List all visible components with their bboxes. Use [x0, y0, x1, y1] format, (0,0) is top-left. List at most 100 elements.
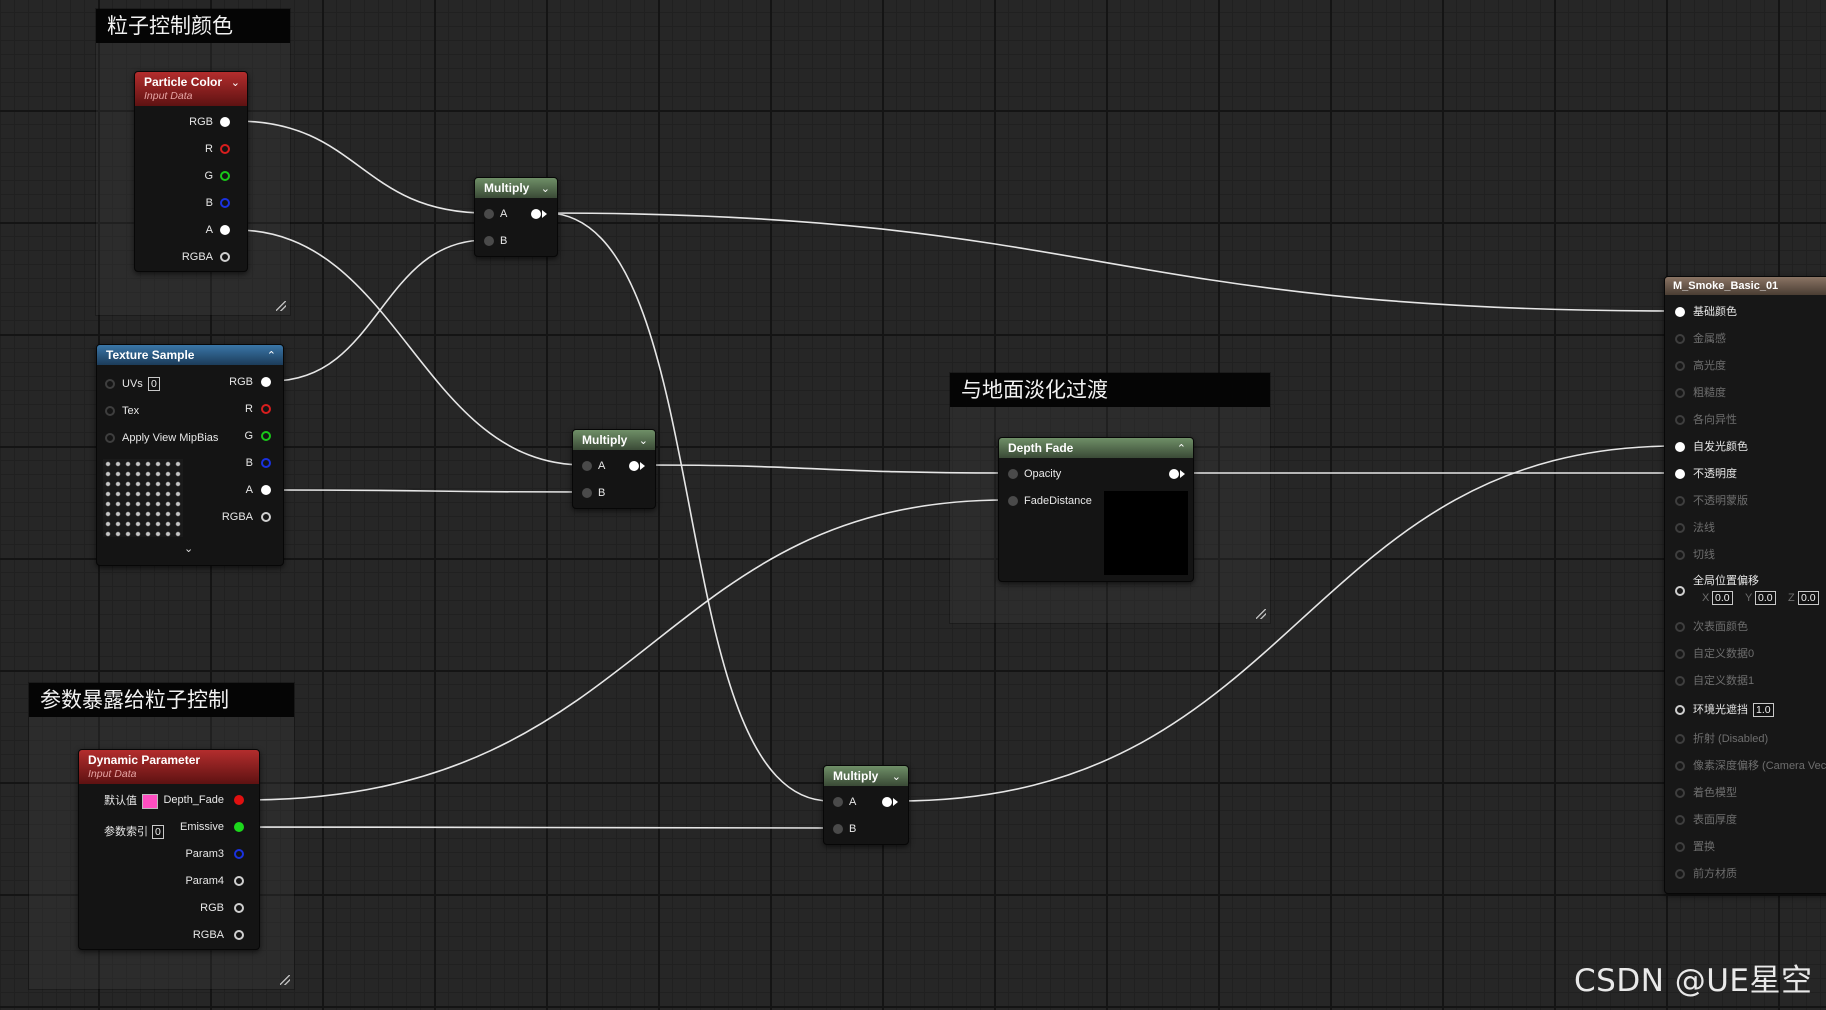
output-pin-param3[interactable] [234, 849, 244, 859]
collapse-chevron-icon[interactable]: ⌄ [892, 771, 901, 783]
pin-label-rgb: RGB [229, 376, 253, 388]
node-header[interactable]: M_Smoke_Basic_01 [1665, 277, 1826, 295]
input-pin-subsurface-color[interactable] [1675, 622, 1685, 632]
output-pin-rgb[interactable] [220, 117, 230, 127]
output-pin-depth-fade[interactable] [234, 795, 244, 805]
output-pin-a[interactable] [220, 225, 230, 235]
node-header[interactable]: Texture Sample ⌃ [97, 345, 283, 365]
collapse-chevron-icon[interactable]: ⌃ [267, 350, 276, 362]
node-header[interactable]: Particle Color Input Data ⌄ [135, 72, 247, 106]
input-pin-opacity-mask[interactable] [1675, 496, 1685, 506]
texture-sample-node[interactable]: Texture Sample ⌃ UVs 0 Tex Apply View Mi… [96, 344, 284, 566]
collapse-chevron-icon[interactable]: ⌄ [541, 183, 550, 195]
wire-particle-rgb-to-multiply1-a [235, 120, 487, 214]
pin-label-roughness: 粗糙度 [1693, 387, 1726, 399]
input-pin-tangent[interactable] [1675, 550, 1685, 560]
output-pin[interactable] [531, 209, 541, 219]
input-pin-metallic[interactable] [1675, 334, 1685, 344]
output-pin-rgba[interactable] [220, 252, 230, 262]
pin-label-opacity: Opacity [1024, 468, 1062, 480]
output-pin-g[interactable] [220, 171, 230, 181]
input-pin-uvs[interactable] [105, 379, 115, 389]
wpo-x-field[interactable]: 0.0 [1712, 591, 1733, 605]
output-pin[interactable] [629, 461, 639, 471]
output-pin-r[interactable] [220, 144, 230, 154]
dynamic-parameter-node[interactable]: Dynamic Parameter Input Data 默认值 参数索引 0 … [78, 749, 260, 950]
output-pin-rgba[interactable] [234, 930, 244, 940]
input-pin-normal[interactable] [1675, 523, 1685, 533]
output-pin-rgb[interactable] [261, 377, 271, 387]
node-title: Multiply [582, 433, 628, 447]
output-pin-rgb[interactable] [234, 903, 244, 913]
input-pin-fadedistance[interactable] [1008, 496, 1018, 506]
input-pin-tex[interactable] [105, 406, 115, 416]
depth-fade-node[interactable]: Depth Fade ⌃ Opacity FadeDistance [998, 437, 1194, 582]
material-result-node[interactable]: M_Smoke_Basic_01 基础颜色 金属感 高光度 粗糙度 各向异性 自… [1664, 276, 1826, 894]
wire-particle-a-to-multiply2-a [235, 229, 585, 466]
output-pin-rgba[interactable] [261, 512, 271, 522]
expand-chevron-icon[interactable]: ⌄ [184, 542, 193, 555]
input-pin-surface-thickness[interactable] [1675, 815, 1685, 825]
output-pin-g[interactable] [261, 431, 271, 441]
input-pin-ambient-occlusion[interactable] [1675, 705, 1685, 715]
output-pin-b[interactable] [261, 458, 271, 468]
default-color-swatch[interactable] [142, 794, 158, 809]
input-pin-world-position-offset[interactable] [1675, 586, 1685, 596]
pin-label-rgba: RGBA [181, 251, 213, 263]
input-pin-roughness[interactable] [1675, 388, 1685, 398]
pin-label-a: A [205, 224, 213, 236]
input-pin-b[interactable] [582, 488, 592, 498]
input-pin-specular[interactable] [1675, 361, 1685, 371]
multiply-node-1[interactable]: Multiply ⌄ A B [474, 177, 558, 257]
collapse-chevron-icon[interactable]: ⌃ [1177, 443, 1186, 455]
wire-dynparam-depthfade-to-fadedistance [245, 499, 1007, 801]
output-pin-param4[interactable] [234, 876, 244, 886]
input-pin-custom-data-0[interactable] [1675, 649, 1685, 659]
input-pin-emissive-color[interactable] [1675, 442, 1685, 452]
wpo-y-field[interactable]: 0.0 [1755, 591, 1776, 605]
pin-label-emissive: Emissive [179, 821, 224, 833]
param-index-field[interactable]: 0 [152, 825, 164, 839]
input-pin-a[interactable] [484, 209, 494, 219]
output-pin-b[interactable] [220, 198, 230, 208]
input-pin-front-material[interactable] [1675, 869, 1685, 879]
input-pin-opacity[interactable] [1008, 469, 1018, 479]
pin-label-custom-data-0: 自定义数据0 [1693, 648, 1755, 660]
node-header[interactable]: Dynamic Parameter Input Data [79, 750, 259, 784]
output-pin-a[interactable] [261, 485, 271, 495]
input-pin-pixel-depth-offset[interactable] [1675, 761, 1685, 771]
pin-label-r: R [245, 403, 253, 415]
node-header[interactable]: Depth Fade ⌃ [999, 438, 1193, 458]
node-subtitle: Input Data [144, 90, 193, 102]
input-pin-anisotropy[interactable] [1675, 415, 1685, 425]
multiply-node-3[interactable]: Multiply ⌄ A B [823, 765, 909, 845]
input-pin-opacity[interactable] [1675, 469, 1685, 479]
input-pin-refraction[interactable] [1675, 734, 1685, 744]
node-header[interactable]: Multiply ⌄ [824, 766, 908, 786]
input-pin-displacement[interactable] [1675, 842, 1685, 852]
wpo-z-field[interactable]: 0.0 [1798, 591, 1819, 605]
ao-value-field[interactable]: 1.0 [1753, 703, 1774, 717]
input-pin-a[interactable] [833, 797, 843, 807]
output-pin-r[interactable] [261, 404, 271, 414]
input-pin-mipbias[interactable] [105, 433, 115, 443]
input-pin-shading-model[interactable] [1675, 788, 1685, 798]
input-pin-custom-data-1[interactable] [1675, 676, 1685, 686]
multiply-node-2[interactable]: Multiply ⌄ A B [572, 429, 656, 509]
node-title: Dynamic Parameter [88, 753, 201, 767]
collapse-chevron-icon[interactable]: ⌄ [639, 435, 648, 447]
collapse-chevron-icon[interactable]: ⌄ [231, 77, 240, 89]
output-pin-emissive[interactable] [234, 822, 244, 832]
node-header[interactable]: Multiply ⌄ [573, 430, 655, 450]
node-header[interactable]: Multiply ⌄ [475, 178, 557, 198]
pin-label-front-material: 前方材质 [1693, 868, 1737, 880]
wpo-y-label: Y [1745, 592, 1753, 604]
uvs-value-field[interactable]: 0 [148, 377, 160, 391]
input-pin-b[interactable] [484, 236, 494, 246]
input-pin-base-color[interactable] [1675, 307, 1685, 317]
input-pin-a[interactable] [582, 461, 592, 471]
input-pin-b[interactable] [833, 824, 843, 834]
output-pin[interactable] [1169, 469, 1179, 479]
particle-color-node[interactable]: Particle Color Input Data ⌄ RGB R G B A … [134, 71, 248, 272]
output-pin[interactable] [882, 797, 892, 807]
